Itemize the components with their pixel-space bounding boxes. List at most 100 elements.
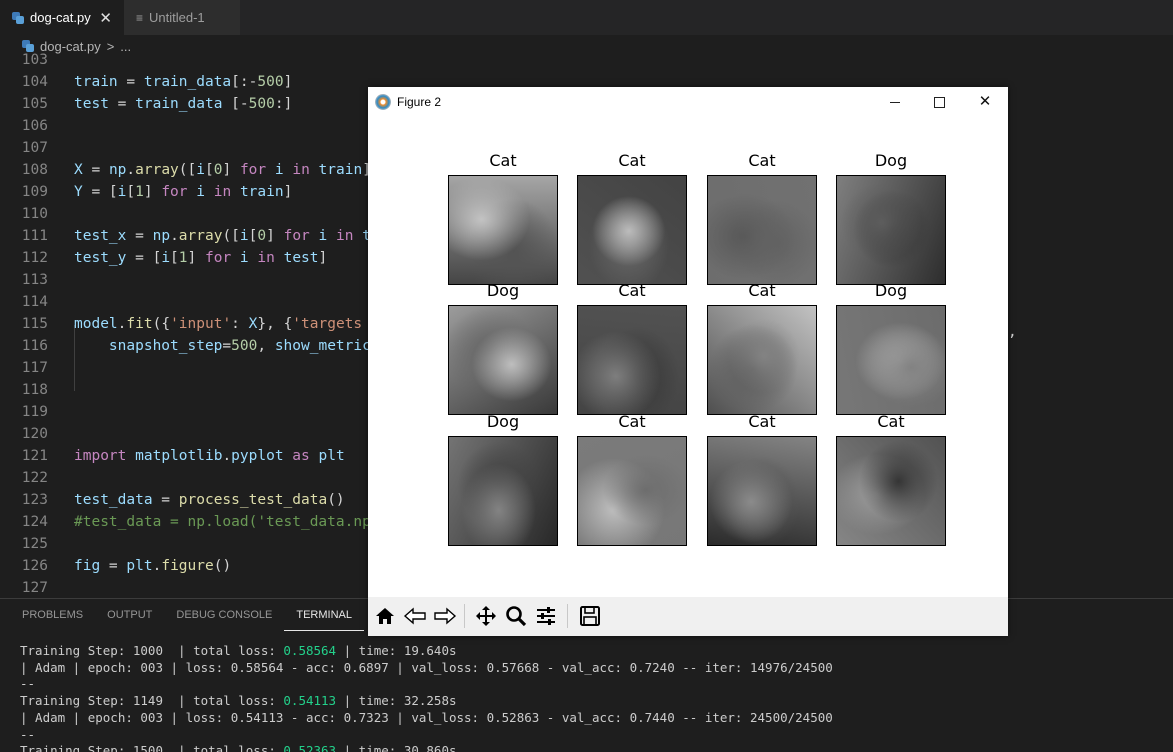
- pan-icon: [476, 606, 496, 626]
- text-file-icon: ≡: [136, 10, 144, 25]
- line-number: 104: [21, 74, 48, 90]
- figure-titlebar[interactable]: Figure 2 ✕: [368, 87, 1008, 117]
- grayscale-pet-image: [836, 305, 946, 415]
- code-text: X = np.array([i[0] for i in train]: [74, 162, 371, 178]
- line-number: 109: [21, 184, 48, 200]
- tab-output[interactable]: OUTPUT: [95, 599, 164, 631]
- minimize-button[interactable]: [885, 92, 905, 112]
- python-file-icon: [12, 11, 24, 24]
- code-line[interactable]: 103: [0, 52, 1173, 71]
- code-text: test_data = process_test_data(): [74, 492, 345, 508]
- grayscale-pet-image: [707, 175, 817, 285]
- grayscale-pet-image: [577, 175, 687, 285]
- pan-button[interactable]: [472, 602, 500, 630]
- line-number: 107: [21, 140, 48, 156]
- grayscale-pet-image: [448, 436, 558, 546]
- line-number: 117: [21, 360, 48, 376]
- panel-title: Cat: [618, 151, 646, 170]
- tab-label: dog-cat.py: [30, 10, 91, 25]
- panel-title: Dog: [486, 281, 520, 300]
- panel-tabs: PROBLEMS OUTPUT DEBUG CONSOLE TERMINAL: [0, 599, 364, 631]
- line-number: 108: [21, 162, 48, 178]
- toolbar-separator: [464, 604, 465, 628]
- line-number: 113: [21, 272, 48, 288]
- grayscale-pet-image: [707, 436, 817, 546]
- code-text: test = train_data [-500:]: [74, 96, 293, 112]
- save-icon: [580, 606, 600, 626]
- forward-icon: [434, 607, 457, 625]
- panel-title: Cat: [748, 151, 776, 170]
- tab-dog-cat-py[interactable]: dog-cat.py ✕: [0, 0, 124, 35]
- code-trailing-comma: ,: [1008, 324, 1017, 340]
- figure-toolbar: [368, 597, 1008, 636]
- grayscale-pet-image: [836, 436, 946, 546]
- line-number: 110: [21, 206, 48, 222]
- tab-label: Untitled-1: [149, 10, 205, 25]
- back-button[interactable]: [401, 602, 429, 630]
- line-number: 118: [21, 382, 48, 398]
- line-number: 106: [21, 118, 48, 134]
- line-number: 116: [21, 338, 48, 354]
- python-file-icon: [22, 40, 34, 52]
- panel-title: Cat: [618, 412, 646, 431]
- line-number: 125: [21, 536, 48, 552]
- panel-title: Cat: [618, 281, 646, 300]
- code-text: #test_data = np.load('test_data.np: [74, 514, 371, 530]
- code-text: Y = [i[1] for i in train]: [74, 184, 293, 200]
- panel-title: Dog: [874, 281, 908, 300]
- figure-window[interactable]: Figure 2 ✕ Cat Cat Cat Dog Dog Cat Cat Dog Dog Ca…: [368, 87, 1008, 636]
- home-icon: [376, 608, 394, 624]
- line-number: 103: [21, 52, 48, 68]
- code-text: test_x = np.array([i[0] for i in t: [74, 228, 371, 244]
- grayscale-pet-image: [448, 175, 558, 285]
- line-number: 112: [21, 250, 48, 266]
- tab-debug-console[interactable]: DEBUG CONSOLE: [164, 599, 284, 631]
- grayscale-pet-image: [577, 305, 687, 415]
- close-tab-icon[interactable]: ✕: [99, 9, 112, 27]
- line-number: 119: [21, 404, 48, 420]
- tab-terminal[interactable]: TERMINAL: [284, 599, 364, 631]
- code-text: snapshot_step=500, show_metric: [108, 338, 371, 354]
- zoom-icon: [506, 606, 527, 627]
- home-button[interactable]: [371, 602, 399, 630]
- toolbar-separator: [567, 604, 568, 628]
- panel-title: Cat: [877, 412, 905, 431]
- save-button[interactable]: [576, 602, 604, 630]
- back-icon: [403, 607, 426, 625]
- line-number: 121: [21, 448, 48, 464]
- close-window-button[interactable]: ✕: [975, 92, 995, 112]
- configure-button[interactable]: [532, 602, 560, 630]
- code-text: test_y = [i[1] for i in test]: [74, 250, 328, 266]
- panel-title: Dog: [874, 151, 908, 170]
- code-text: import matplotlib.pyplot as plt: [74, 448, 345, 464]
- line-number: 111: [21, 228, 48, 244]
- line-number: 126: [21, 558, 48, 574]
- panel-title: Dog: [486, 412, 520, 431]
- matplotlib-icon: [375, 94, 391, 110]
- code-text: fig = plt.figure(): [74, 558, 232, 574]
- maximize-button[interactable]: [929, 92, 949, 112]
- grayscale-pet-image: [577, 436, 687, 546]
- line-number: 127: [21, 580, 48, 596]
- line-number: 120: [21, 426, 48, 442]
- grayscale-pet-image: [707, 305, 817, 415]
- editor-tab-bar: dog-cat.py ✕ ≡ Untitled-1: [0, 0, 1173, 35]
- code-text: model.fit({'input': X}, {'targets: [74, 316, 363, 332]
- panel-title: Cat: [748, 412, 776, 431]
- line-number: 115: [21, 316, 48, 332]
- grayscale-pet-image: [448, 305, 558, 415]
- line-number: 123: [21, 492, 48, 508]
- tab-problems[interactable]: PROBLEMS: [0, 599, 95, 631]
- line-number: 105: [21, 96, 48, 112]
- zoom-button[interactable]: [502, 602, 530, 630]
- figure-canvas: Cat Cat Cat Dog Dog Cat Cat Dog Dog Cat Cat Cat: [368, 117, 1008, 597]
- configure-icon: [537, 607, 555, 625]
- code-text: train = train_data[:-500]: [74, 74, 293, 90]
- line-number: 124: [21, 514, 48, 530]
- forward-button[interactable]: [431, 602, 459, 630]
- terminal-output[interactable]: Training Step: 1000 | total loss: 0.5856…: [20, 643, 833, 752]
- window-title: Figure 2: [397, 95, 442, 109]
- tab-untitled-1[interactable]: ≡ Untitled-1: [124, 0, 240, 35]
- line-number: 122: [21, 470, 48, 486]
- line-number: 114: [21, 294, 48, 310]
